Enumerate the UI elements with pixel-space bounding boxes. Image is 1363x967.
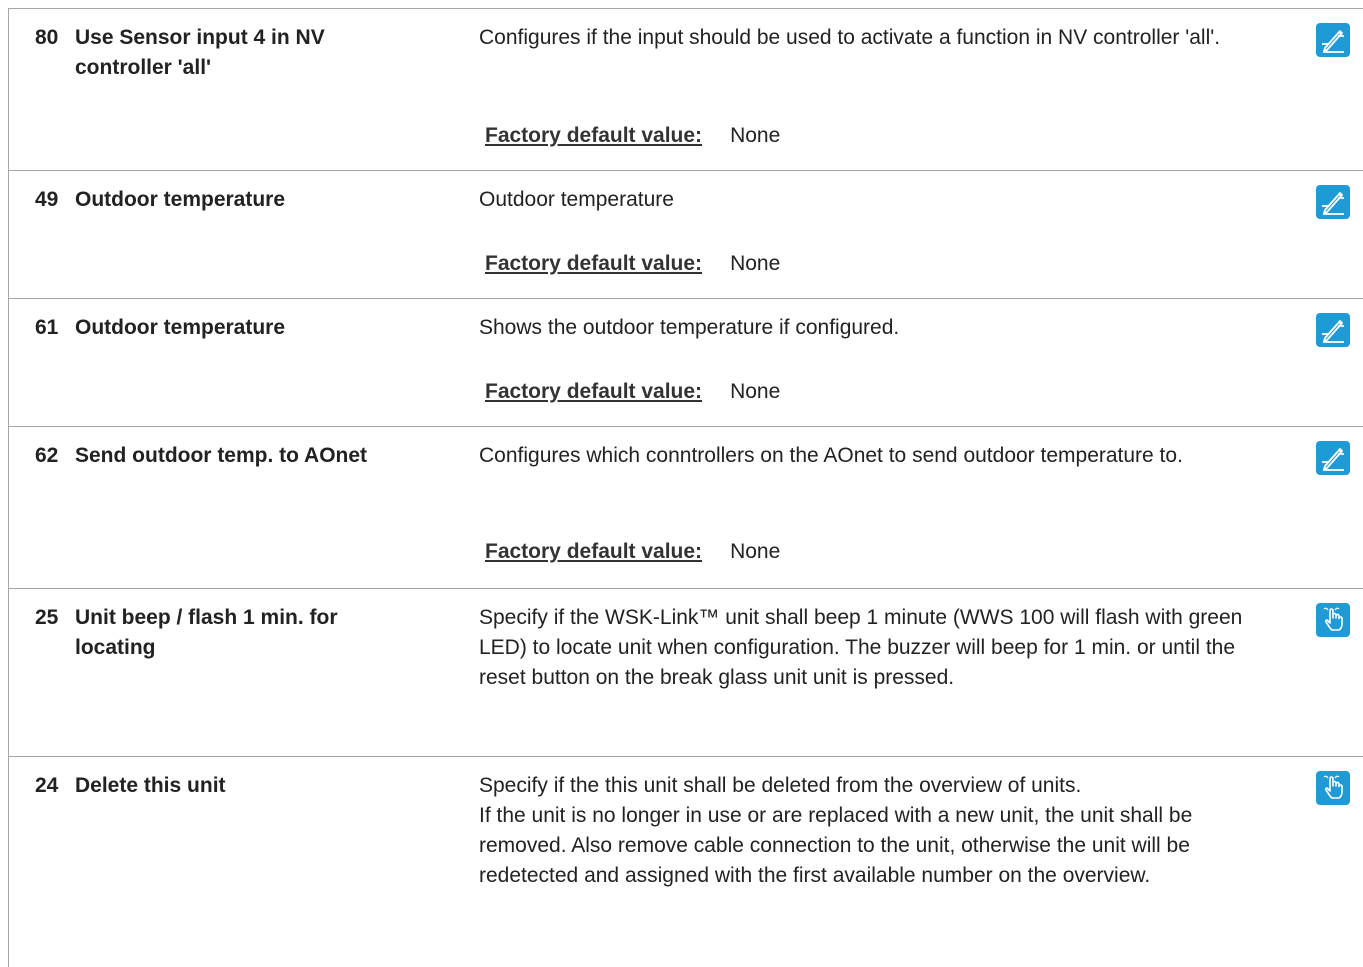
parameter-number: 62 xyxy=(35,444,59,467)
description-text: Configures which conntrollers on the AOn… xyxy=(479,444,1183,467)
parameter-row: 24 Delete this unit Specify if the this … xyxy=(9,757,1363,967)
description-text: Specify if the this unit shall be delete… xyxy=(479,774,1082,797)
parameter-row: 49 Outdoor temperature Outdoor temperatu… xyxy=(9,171,1363,299)
factory-default: Factory default value: None xyxy=(485,121,780,151)
description-text: Specify if the WSK-Link™ unit shall beep… xyxy=(479,606,1243,689)
parameter-name: Delete this unit xyxy=(75,774,226,797)
factory-default-value: None xyxy=(730,540,781,563)
parameter-row: 62 Send outdoor temp. to AOnet Configure… xyxy=(9,427,1363,589)
edit-icon[interactable] xyxy=(1316,23,1350,57)
factory-default-label: Factory default value: xyxy=(485,124,703,147)
factory-default: Factory default value: None xyxy=(485,537,780,567)
parameter-description: Specify if the WSK-Link™ unit shall beep… xyxy=(479,603,1279,693)
parameter-description: Configures if the input should be used t… xyxy=(479,23,1279,53)
factory-default-label: Factory default value: xyxy=(485,540,703,563)
hand-pointer-icon[interactable] xyxy=(1316,771,1350,805)
description-text: Configures if the input should be used t… xyxy=(479,26,1221,49)
parameter-row: 80 Use Sensor input 4 in NV controller '… xyxy=(9,9,1363,171)
parameter-number: 80 xyxy=(35,26,59,49)
parameter-number: 61 xyxy=(35,316,59,339)
description-text: Outdoor temperature xyxy=(479,188,674,211)
factory-default-value: None xyxy=(730,124,781,147)
factory-default-label: Factory default value: xyxy=(485,252,703,275)
description-text: Shows the outdoor temperature if configu… xyxy=(479,316,900,339)
parameter-description: Specify if the this unit shall be delete… xyxy=(479,771,1279,891)
edit-icon[interactable] xyxy=(1316,441,1350,475)
parameter-name: Use Sensor input 4 in NV controller 'all… xyxy=(75,26,325,79)
parameter-number: 25 xyxy=(35,606,59,629)
parameter-description: Outdoor temperature xyxy=(479,185,1279,215)
parameter-description: Configures which conntrollers on the AOn… xyxy=(479,441,1279,471)
parameter-row: 61 Outdoor temperature Shows the outdoor… xyxy=(9,299,1363,427)
factory-default-value: None xyxy=(730,252,781,275)
edit-icon[interactable] xyxy=(1316,185,1350,219)
factory-default: Factory default value: None xyxy=(485,249,780,279)
factory-default: Factory default value: None xyxy=(485,377,780,407)
parameter-name: Outdoor temperature xyxy=(75,316,286,339)
parameter-name: Outdoor temperature xyxy=(75,188,286,211)
parameter-name: Unit beep / flash 1 min. for locating xyxy=(75,606,338,659)
factory-default-value: None xyxy=(730,380,781,403)
parameter-description: Shows the outdoor temperature if configu… xyxy=(479,313,1279,343)
parameter-number: 24 xyxy=(35,774,59,797)
parameter-row: 25 Unit beep / flash 1 min. for locating… xyxy=(9,589,1363,757)
description-text: If the unit is no longer in use or are r… xyxy=(479,804,1193,887)
parameter-number: 49 xyxy=(35,188,59,211)
factory-default-label: Factory default value: xyxy=(485,380,703,403)
parameter-name: Send outdoor temp. to AOnet xyxy=(75,444,368,467)
hand-pointer-icon[interactable] xyxy=(1316,603,1350,637)
parameter-table: 80 Use Sensor input 4 in NV controller '… xyxy=(8,8,1363,967)
edit-icon[interactable] xyxy=(1316,313,1350,347)
